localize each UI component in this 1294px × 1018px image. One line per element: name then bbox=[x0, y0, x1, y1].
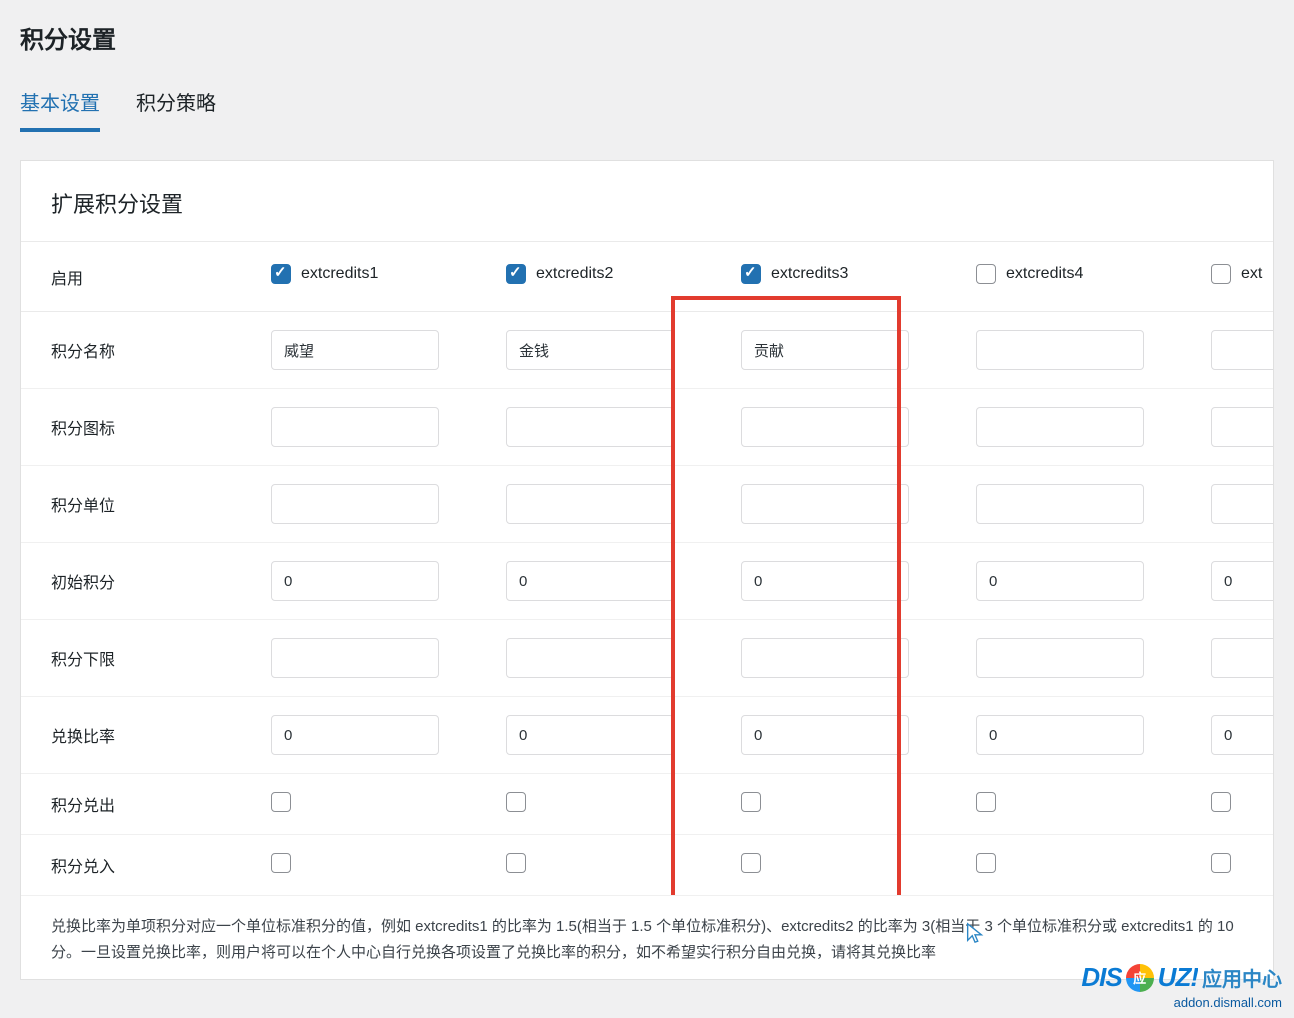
out-checkbox-4[interactable] bbox=[976, 792, 996, 812]
col-header-1: extcredits1 bbox=[241, 242, 476, 312]
row-in-label: 积分兑入 bbox=[21, 835, 241, 896]
out-checkbox-3[interactable] bbox=[741, 792, 761, 812]
icon-input-5[interactable] bbox=[1211, 407, 1273, 447]
watermark: DIS 应 UZ! 应用中心 addon.dismall.com bbox=[1081, 962, 1282, 1010]
name-input-1[interactable] bbox=[271, 330, 439, 370]
initial-input-5[interactable] bbox=[1211, 561, 1273, 601]
watermark-url: addon.dismall.com bbox=[1081, 995, 1282, 1010]
cursor-icon bbox=[964, 922, 986, 944]
icon-input-2[interactable] bbox=[506, 407, 674, 447]
name-input-2[interactable] bbox=[506, 330, 674, 370]
in-checkbox-3[interactable] bbox=[741, 853, 761, 873]
unit-input-5[interactable] bbox=[1211, 484, 1273, 524]
ratio-input-5[interactable] bbox=[1211, 715, 1273, 755]
unit-input-2[interactable] bbox=[506, 484, 674, 524]
tabs: 基本设置 积分策略 bbox=[20, 79, 1274, 132]
row-icon-label: 积分图标 bbox=[21, 389, 241, 466]
tab-credit-policy[interactable]: 积分策略 bbox=[136, 79, 216, 132]
row-ratio-label: 兑换比率 bbox=[21, 697, 241, 774]
in-checkbox-4[interactable] bbox=[976, 853, 996, 873]
ratio-input-4[interactable] bbox=[976, 715, 1144, 755]
icon-input-3[interactable] bbox=[741, 407, 909, 447]
in-checkbox-5[interactable] bbox=[1211, 853, 1231, 873]
row-lower-label: 积分下限 bbox=[21, 620, 241, 697]
watermark-brand-suffix: UZ! bbox=[1158, 962, 1198, 993]
unit-input-4[interactable] bbox=[976, 484, 1144, 524]
section-title: 扩展积分设置 bbox=[21, 161, 1273, 241]
lower-input-3[interactable] bbox=[741, 638, 909, 678]
out-checkbox-2[interactable] bbox=[506, 792, 526, 812]
col-header-4: extcredits4 bbox=[946, 242, 1181, 312]
watermark-brand-prefix: DIS bbox=[1081, 962, 1121, 993]
icon-input-4[interactable] bbox=[976, 407, 1144, 447]
watermark-circle-icon: 应 bbox=[1126, 964, 1154, 992]
enable-checkbox-4[interactable] bbox=[976, 264, 996, 284]
enable-checkbox-5[interactable] bbox=[1211, 264, 1231, 284]
row-unit-label: 积分单位 bbox=[21, 466, 241, 543]
lower-input-2[interactable] bbox=[506, 638, 674, 678]
name-input-4[interactable] bbox=[976, 330, 1144, 370]
enable-checkbox-2[interactable] bbox=[506, 264, 526, 284]
lower-input-1[interactable] bbox=[271, 638, 439, 678]
name-input-3[interactable] bbox=[741, 330, 909, 370]
out-checkbox-5[interactable] bbox=[1211, 792, 1231, 812]
initial-input-2[interactable] bbox=[506, 561, 674, 601]
in-checkbox-2[interactable] bbox=[506, 853, 526, 873]
settings-panel: 扩展积分设置 启用 extcredits1 extcredits2 extcre… bbox=[20, 160, 1274, 980]
col-label-3: extcredits3 bbox=[771, 265, 848, 283]
col-label-1: extcredits1 bbox=[301, 265, 378, 283]
page-title: 积分设置 bbox=[20, 0, 1274, 79]
row-name-label: 积分名称 bbox=[21, 312, 241, 389]
watermark-cn: 应用中心 bbox=[1202, 963, 1282, 992]
col-label-4: extcredits4 bbox=[1006, 265, 1083, 283]
ratio-input-2[interactable] bbox=[506, 715, 674, 755]
col-label-5: ext bbox=[1241, 265, 1262, 283]
ratio-input-1[interactable] bbox=[271, 715, 439, 755]
row-out-label: 积分兑出 bbox=[21, 774, 241, 835]
col-header-2: extcredits2 bbox=[476, 242, 711, 312]
unit-input-3[interactable] bbox=[741, 484, 909, 524]
ratio-input-3[interactable] bbox=[741, 715, 909, 755]
initial-input-3[interactable] bbox=[741, 561, 909, 601]
tab-basic-settings[interactable]: 基本设置 bbox=[20, 79, 100, 132]
icon-input-1[interactable] bbox=[271, 407, 439, 447]
lower-input-4[interactable] bbox=[976, 638, 1144, 678]
enable-checkbox-1[interactable] bbox=[271, 264, 291, 284]
row-initial-label: 初始积分 bbox=[21, 543, 241, 620]
enable-checkbox-3[interactable] bbox=[741, 264, 761, 284]
header-enable: 启用 bbox=[21, 242, 241, 312]
credits-table: 启用 extcredits1 extcredits2 extcredits3 e… bbox=[21, 241, 1273, 895]
initial-input-4[interactable] bbox=[976, 561, 1144, 601]
unit-input-1[interactable] bbox=[271, 484, 439, 524]
name-input-5[interactable] bbox=[1211, 330, 1273, 370]
col-header-3: extcredits3 bbox=[711, 242, 946, 312]
col-header-5: ext bbox=[1181, 242, 1273, 312]
out-checkbox-1[interactable] bbox=[271, 792, 291, 812]
col-label-2: extcredits2 bbox=[536, 265, 613, 283]
in-checkbox-1[interactable] bbox=[271, 853, 291, 873]
initial-input-1[interactable] bbox=[271, 561, 439, 601]
lower-input-5[interactable] bbox=[1211, 638, 1273, 678]
